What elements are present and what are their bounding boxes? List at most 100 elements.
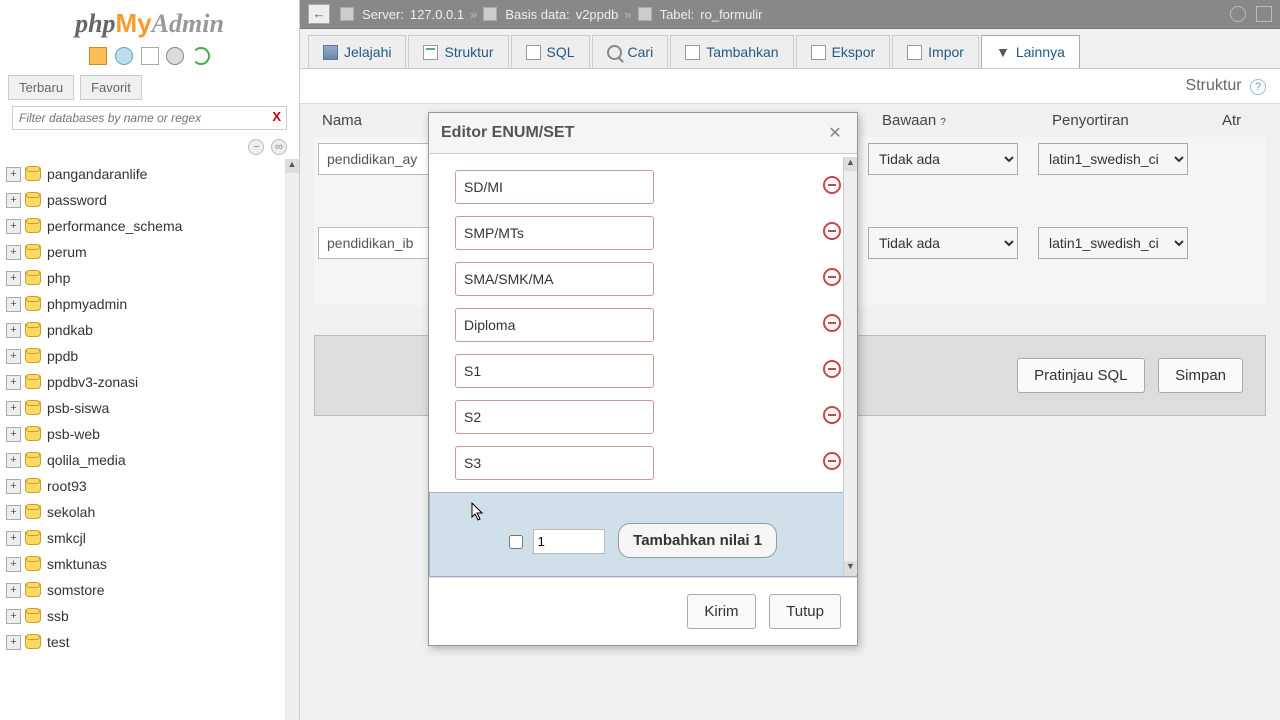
scroll-up-icon[interactable]: ▲ [285,159,299,173]
modal-scrollbar[interactable]: ▲ ▼ [843,157,857,575]
db-tree-item[interactable]: +performance_schema [4,213,295,239]
link-icon[interactable]: ∞ [271,139,287,155]
db-tree-item[interactable]: +pndkab [4,317,295,343]
enum-value-input[interactable] [455,354,654,388]
gear-icon[interactable] [166,47,184,65]
expand-icon[interactable]: + [6,635,21,650]
expand-icon[interactable]: + [6,323,21,338]
remove-value-icon[interactable] [823,268,841,286]
db-tree-item[interactable]: +smkcjl [4,525,295,551]
expand-icon[interactable]: + [6,453,21,468]
expand-icon[interactable]: + [6,193,21,208]
tab-browse[interactable]: Jelajahi [308,35,406,68]
db-tree-item[interactable]: +perum [4,239,295,265]
collation-select[interactable]: latin1_swedish_ci [1038,143,1188,175]
logo: phpMyAdmin [0,0,299,43]
expand-icon[interactable]: + [6,375,21,390]
tab-more[interactable]: ▼Lainnya [981,35,1080,68]
enum-value-input[interactable] [455,262,654,296]
expand-icon[interactable]: + [6,427,21,442]
tab-favorites[interactable]: Favorit [80,75,142,100]
enum-value-input[interactable] [455,446,654,480]
scroll-up-icon[interactable]: ▲ [844,157,857,171]
tab-recent[interactable]: Terbaru [8,75,74,100]
table-link[interactable]: ro_formulir [700,7,762,22]
db-tree-item[interactable]: +php [4,265,295,291]
db-tree-item[interactable]: +ppdb [4,343,295,369]
save-button[interactable]: Simpan [1158,358,1243,393]
expand-icon[interactable]: + [6,297,21,312]
refresh-icon[interactable] [192,47,210,65]
doc-icon[interactable] [141,47,159,65]
help-icon[interactable]: ? [940,117,946,128]
tab-insert[interactable]: Tambahkan [670,35,793,68]
close-button[interactable]: Tutup [769,594,841,629]
expand-icon[interactable]: + [6,583,21,598]
db-tree-item[interactable]: +ppdbv3-zonasi [4,369,295,395]
remove-value-icon[interactable] [823,314,841,332]
add-value-button[interactable]: Tambahkan nilai 1 [618,523,777,558]
expand-icon[interactable]: + [6,349,21,364]
db-tree-item[interactable]: +psb-siswa [4,395,295,421]
default-select[interactable]: Tidak ada [868,143,1018,175]
expand-icon[interactable]: + [6,167,21,182]
database-tree[interactable]: ▲ +pangandaranlife+password+performance_… [0,159,299,720]
tab-import[interactable]: Impor [892,35,979,68]
db-tree-item[interactable]: +pangandaranlife [4,161,295,187]
default-select[interactable]: Tidak ada [868,227,1018,259]
clear-filter-icon[interactable]: X [272,109,281,124]
enum-value-input[interactable] [455,400,654,434]
remove-value-icon[interactable] [823,406,841,424]
remove-value-icon[interactable] [823,452,841,470]
db-tree-item[interactable]: +somstore [4,577,295,603]
enum-value-input[interactable] [455,170,654,204]
add-checkbox[interactable] [509,535,523,549]
remove-value-icon[interactable] [823,222,841,240]
expand-icon[interactable]: + [6,557,21,572]
db-tree-item[interactable]: +root93 [4,473,295,499]
db-link[interactable]: v2ppdb [576,7,619,22]
modal-close-icon[interactable]: ✕ [825,123,845,143]
filter-input[interactable] [12,106,287,130]
tab-export[interactable]: Ekspor [796,35,891,68]
globe-icon[interactable] [115,47,133,65]
tab-structure[interactable]: Struktur [408,35,508,68]
db-tree-item[interactable]: +psb-web [4,421,295,447]
expand-icon[interactable]: + [6,401,21,416]
db-tree-item[interactable]: +test [4,629,295,655]
server-link[interactable]: 127.0.0.1 [410,7,464,22]
home-icon[interactable] [89,47,107,65]
enum-value-input[interactable] [455,308,654,342]
db-tree-item[interactable]: +password [4,187,295,213]
back-button[interactable]: ← [308,4,330,24]
expand-icon[interactable]: + [6,531,21,546]
expand-icon[interactable]: + [6,271,21,286]
db-tree-item[interactable]: +phpmyadmin [4,291,295,317]
help-icon[interactable]: ? [1250,79,1266,95]
db-tree-item[interactable]: + sekolah [4,499,295,525]
preview-sql-button[interactable]: Pratinjau SQL [1017,358,1144,393]
collapse-icon[interactable]: − [248,139,264,155]
enum-editor-modal: Editor ENUM/SET ✕ Tambahkan nilai 1 ▲ ▼ … [428,112,858,646]
expand-icon[interactable]: + [6,245,21,260]
db-tree-item[interactable]: +qolila_media [4,447,295,473]
submit-button[interactable]: Kirim [687,594,755,629]
scroll-down-icon[interactable]: ▼ [844,561,857,575]
remove-value-icon[interactable] [823,360,841,378]
tab-sql[interactable]: SQL [511,35,590,68]
settings-gear-icon[interactable] [1230,6,1246,22]
remove-value-icon[interactable] [823,176,841,194]
col-default: Bawaan ? [874,112,1044,129]
expand-icon[interactable]: + [6,479,21,494]
add-count-input[interactable] [533,529,605,554]
db-name: sekolah [47,504,95,520]
expand-icon[interactable]: + [6,219,21,234]
db-tree-item[interactable]: +smktunas [4,551,295,577]
db-tree-item[interactable]: +ssb [4,603,295,629]
collation-select[interactable]: latin1_swedish_ci [1038,227,1188,259]
tab-search[interactable]: Cari [592,35,669,68]
expand-icon[interactable]: + [6,505,21,520]
enum-value-input[interactable] [455,216,654,250]
expand-icon[interactable]: + [6,609,21,624]
exit-icon[interactable] [1256,6,1272,22]
